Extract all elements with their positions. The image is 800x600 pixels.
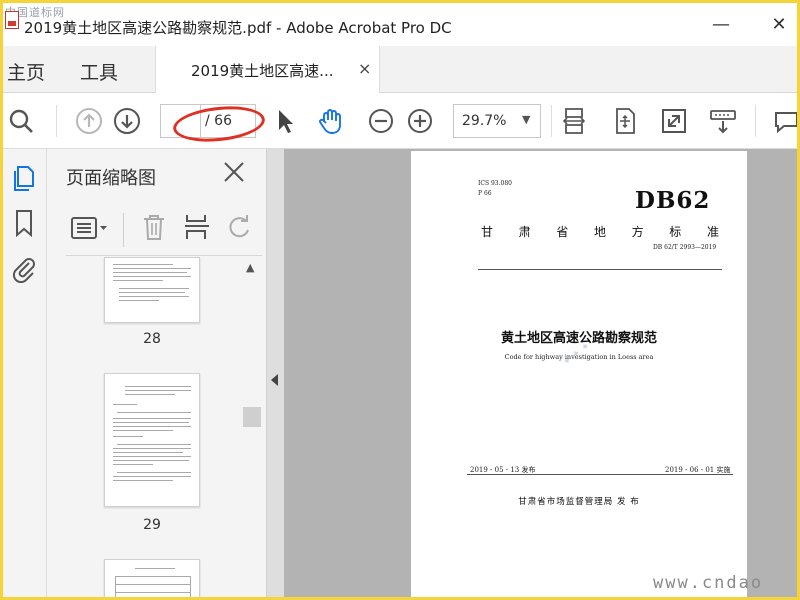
full-screen-icon[interactable] xyxy=(659,106,689,136)
thumbnail-panel: 页面缩略图 28 29 ▲ xyxy=(47,149,267,597)
thumbnail-table xyxy=(115,576,191,597)
panel-divider xyxy=(66,255,262,256)
thumbnail-options-icon[interactable] xyxy=(70,213,110,243)
thumbnail-list: 28 29 xyxy=(47,257,267,597)
fit-width-icon[interactable] xyxy=(559,106,589,136)
corner-watermark: www.cndao xyxy=(653,573,764,593)
toolbar-divider xyxy=(551,105,552,137)
toolbar-divider xyxy=(123,213,124,247)
standard-type: 甘 肃 省 地 方 标 准 xyxy=(481,223,721,240)
minimize-button[interactable]: — xyxy=(709,13,733,37)
close-window-button[interactable]: ✕ xyxy=(767,13,791,37)
standard-type-char: 肃 xyxy=(518,225,533,239)
scroll-up-icon[interactable]: ▲ xyxy=(246,261,254,274)
standard-type-char: 标 xyxy=(669,225,684,239)
previous-page-icon[interactable] xyxy=(74,106,104,136)
close-icon[interactable] xyxy=(221,159,247,185)
toolbar-divider xyxy=(755,105,756,137)
scrollbar-thumb[interactable] xyxy=(243,407,261,427)
ics-code: ICS 93.080 P 66 xyxy=(478,179,512,199)
navigation-rail xyxy=(3,149,47,597)
ics-line: ICS 93.080 xyxy=(478,180,512,187)
window-title: 2019黄土地区高速公路勘察规范.pdf - Adobe Acrobat Pro… xyxy=(24,19,452,37)
fit-page-icon[interactable] xyxy=(610,106,640,136)
acrobat-pdf-icon xyxy=(5,11,19,29)
main-toolbar: / 66 29.7% ▼ xyxy=(3,93,797,149)
toolbar-divider xyxy=(56,105,57,137)
tab-document[interactable]: 2019黄土地区高速... × xyxy=(155,46,380,93)
rotate-page-icon[interactable] xyxy=(224,211,254,243)
zoom-value: 29.7% xyxy=(462,113,507,129)
panel-title: 页面缩略图 xyxy=(66,168,156,189)
issuer: 甘肃省市场监督管理局 发 布 xyxy=(518,497,640,507)
header-rule xyxy=(478,269,722,270)
page-thumbnail[interactable] xyxy=(104,559,200,597)
search-icon[interactable] xyxy=(6,106,36,136)
page-thumbnail-label: 28 xyxy=(143,331,161,347)
db-code: DB62 xyxy=(635,187,711,214)
thumbnail-toolbar xyxy=(66,207,266,251)
page-thumbnail[interactable] xyxy=(104,257,200,323)
thumbnail-scrollbar[interactable]: ▲ xyxy=(243,257,263,597)
document-tab-label: 2019黄土地区高速... xyxy=(191,62,334,80)
standard-type-char: 准 xyxy=(706,225,721,239)
zoom-in-icon[interactable] xyxy=(405,106,435,136)
comment-icon[interactable] xyxy=(771,106,797,136)
zoom-out-icon[interactable] xyxy=(366,106,396,136)
category-line: P 66 xyxy=(478,190,492,197)
scroll-mode-icon[interactable] xyxy=(708,106,738,136)
standard-number: DB 62/T 2993—2019 xyxy=(653,244,717,251)
standard-type-char: 方 xyxy=(631,225,646,239)
app-window: 中国道标网 2019黄土地区高速公路勘察规范.pdf - Adobe Acrob… xyxy=(3,3,797,597)
standard-type-char: 地 xyxy=(593,225,608,239)
page-thumbnail[interactable] xyxy=(104,373,200,507)
title-bar: 中国道标网 2019黄土地区高速公路勘察规范.pdf - Adobe Acrob… xyxy=(3,3,797,46)
insert-page-icon[interactable] xyxy=(182,211,212,243)
page-thumbnail-label: 29 xyxy=(143,517,161,533)
tab-home[interactable]: 主页 xyxy=(7,58,45,85)
document-title: 黄土地区高速公路勘察规范 xyxy=(500,331,657,346)
page-thumbnails-icon[interactable] xyxy=(9,163,39,193)
bookmarks-icon[interactable] xyxy=(9,208,39,238)
document-area: ICS 93.080 P 66 DB62 甘 肃 省 地 方 标 准 DB 62… xyxy=(267,149,797,597)
tab-bar: 主页 工具 2019黄土地区高速... × xyxy=(3,46,797,93)
delete-page-icon[interactable] xyxy=(139,211,169,243)
hand-tool-icon[interactable] xyxy=(316,106,346,136)
tab-tools[interactable]: 工具 xyxy=(80,58,118,85)
close-tab-button[interactable]: × xyxy=(358,59,371,78)
chevron-down-icon: ▼ xyxy=(522,113,531,126)
attachments-icon[interactable] xyxy=(9,253,39,283)
document-view[interactable]: ICS 93.080 P 66 DB62 甘 肃 省 地 方 标 准 DB 62… xyxy=(284,149,797,597)
pdf-page: ICS 93.080 P 66 DB62 甘 肃 省 地 方 标 准 DB 62… xyxy=(411,151,747,597)
collapse-panel-icon[interactable] xyxy=(271,374,278,386)
next-page-icon[interactable] xyxy=(112,106,142,136)
standard-type-char: 甘 xyxy=(481,225,496,239)
zoom-dropdown[interactable]: 29.7% ▼ xyxy=(453,104,541,138)
select-arrow-icon[interactable] xyxy=(270,106,300,136)
standard-type-char: 省 xyxy=(556,225,571,239)
footer-rule xyxy=(467,474,733,475)
